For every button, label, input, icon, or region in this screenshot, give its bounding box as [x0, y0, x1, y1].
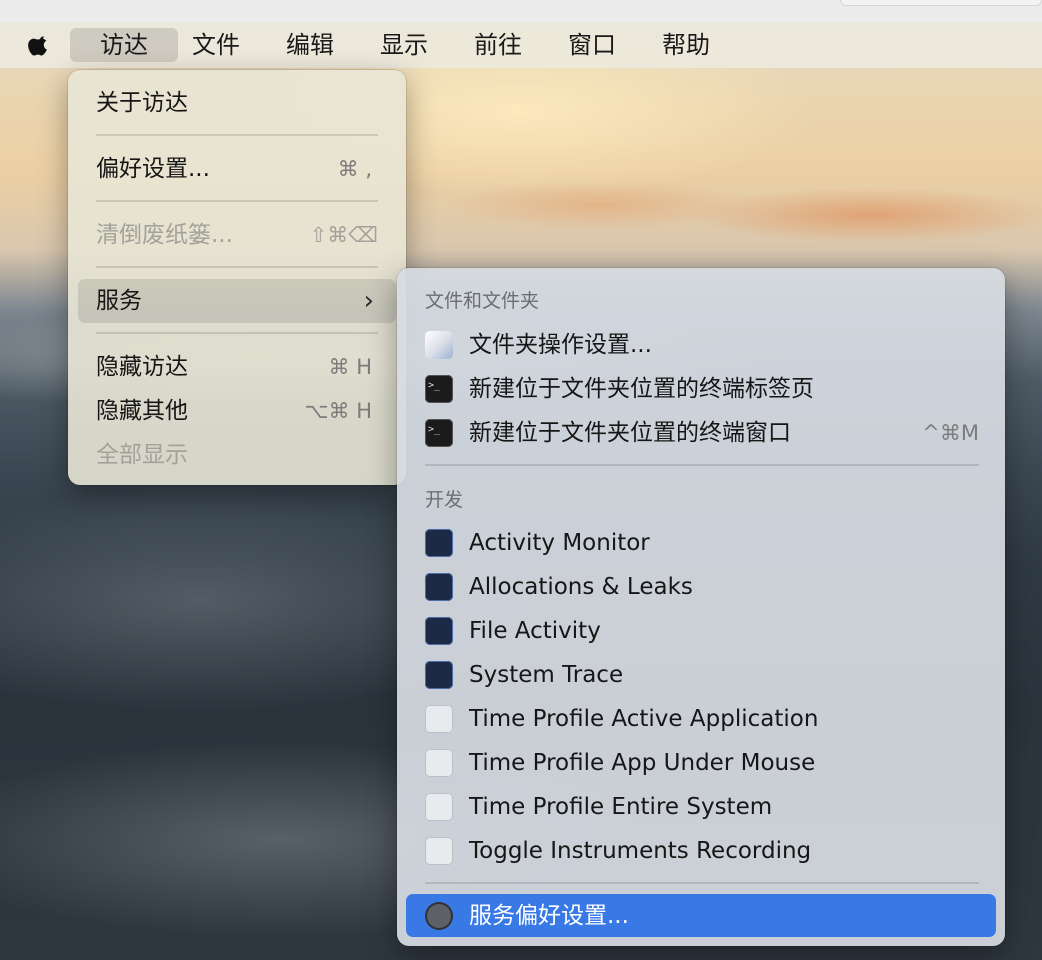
menu-view[interactable]: 显示	[368, 28, 440, 62]
service-item[interactable]: 新建位于文件夹位置的终端窗口 ^⌘M	[425, 410, 979, 453]
service-item[interactable]: File Activity	[425, 611, 979, 651]
menu-go[interactable]: 前往	[462, 28, 534, 62]
system-preferences-gear-icon	[425, 902, 453, 930]
menu-bar: 访达 文件 编辑 显示 前往 窗口 帮助	[0, 22, 1042, 68]
service-label: Time Profile Entire System	[469, 794, 773, 820]
services-preferences-item[interactable]: 服务偏好设置...	[425, 896, 979, 936]
menu-finder[interactable]: 访达	[70, 28, 178, 62]
shortcut-label: ^⌘M	[922, 421, 979, 445]
separator	[425, 464, 979, 466]
apple-logo-icon[interactable]	[24, 30, 54, 60]
shortcut-label: ⇧⌘⌫	[309, 223, 378, 247]
section-header-develop: 开发	[425, 489, 464, 511]
menu-item-preferences[interactable]: 偏好设置... ⌘ ,	[96, 149, 372, 189]
menu-item-label: 隐藏其他	[96, 398, 188, 424]
shortcut-label: ⌥⌘ H	[304, 399, 372, 423]
menu-item-about-finder[interactable]: 关于访达	[96, 83, 378, 123]
service-label: Time Profile App Under Mouse	[469, 750, 816, 776]
service-item[interactable]: 文件夹操作设置...	[425, 325, 979, 365]
separator	[96, 266, 378, 268]
instruments-gray-icon	[425, 837, 453, 865]
separator	[96, 332, 378, 334]
instruments-icon	[425, 617, 453, 645]
service-item[interactable]: Time Profile Active Application	[425, 699, 979, 739]
finder-menu: 关于访达 偏好设置... ⌘ , 清倒废纸篓... ⇧⌘⌫ 服务 › 隐藏访达 …	[68, 70, 406, 485]
chevron-right-icon: ›	[363, 286, 374, 316]
menu-file[interactable]: 文件	[180, 28, 252, 62]
menu-item-show-all: 全部显示	[96, 435, 372, 475]
menu-item-label: 关于访达	[96, 90, 188, 116]
folder-actions-icon	[425, 331, 453, 359]
instruments-icon	[425, 573, 453, 601]
terminal-icon	[425, 366, 453, 406]
service-item[interactable]: System Trace	[425, 655, 979, 695]
service-item[interactable]: 新建位于文件夹位置的终端标签页	[425, 366, 979, 409]
instruments-icon	[425, 529, 453, 557]
service-label: Toggle Instruments Recording	[469, 838, 812, 864]
menu-window[interactable]: 窗口	[556, 28, 628, 62]
window-top-edge	[0, 0, 1042, 22]
service-label: Time Profile Active Application	[469, 706, 819, 732]
menu-item-label: 服务	[96, 288, 142, 314]
separator	[96, 134, 378, 136]
menu-item-label: 清倒废纸篓...	[96, 222, 233, 248]
menu-item-label: 全部显示	[96, 442, 188, 468]
menu-item-label: 隐藏访达	[96, 354, 188, 380]
instruments-gray-icon	[425, 705, 453, 733]
menu-edit[interactable]: 编辑	[274, 28, 346, 62]
service-item[interactable]: Toggle Instruments Recording	[425, 831, 979, 871]
service-label: Activity Monitor	[469, 530, 650, 556]
search-field-edge	[840, 0, 1042, 6]
services-submenu: 文件和文件夹 文件夹操作设置... 新建位于文件夹位置的终端标签页 新建位于文件…	[397, 268, 1005, 946]
instruments-icon	[425, 661, 453, 689]
instruments-gray-icon	[425, 749, 453, 777]
service-item[interactable]: Allocations & Leaks	[425, 567, 979, 607]
service-label: 新建位于文件夹位置的终端窗口	[469, 420, 791, 446]
terminal-icon	[425, 410, 453, 450]
separator	[425, 882, 979, 884]
menu-item-hide-others[interactable]: 隐藏其他 ⌥⌘ H	[96, 391, 372, 431]
service-label: File Activity	[469, 618, 601, 644]
service-item[interactable]: Time Profile App Under Mouse	[425, 743, 979, 783]
menu-item-services[interactable]: 服务 ›	[96, 281, 374, 321]
section-header-files-folders: 文件和文件夹	[425, 290, 540, 312]
instruments-gray-icon	[425, 793, 453, 821]
menu-item-hide-finder[interactable]: 隐藏访达 ⌘ H	[96, 347, 372, 387]
service-item[interactable]: Activity Monitor	[425, 523, 979, 563]
menu-help[interactable]: 帮助	[650, 28, 722, 62]
service-label: System Trace	[469, 662, 624, 688]
service-label: 新建位于文件夹位置的终端标签页	[469, 376, 814, 402]
separator	[96, 200, 378, 202]
service-label: 服务偏好设置...	[469, 903, 629, 929]
menu-item-label: 偏好设置...	[96, 156, 210, 182]
service-label: 文件夹操作设置...	[469, 332, 652, 358]
shortcut-label: ⌘ H	[328, 355, 372, 379]
menu-item-empty-trash: 清倒废纸篓... ⇧⌘⌫	[96, 215, 378, 255]
service-item[interactable]: Time Profile Entire System	[425, 787, 979, 827]
service-label: Allocations & Leaks	[469, 574, 693, 600]
shortcut-label: ⌘ ,	[337, 157, 372, 181]
